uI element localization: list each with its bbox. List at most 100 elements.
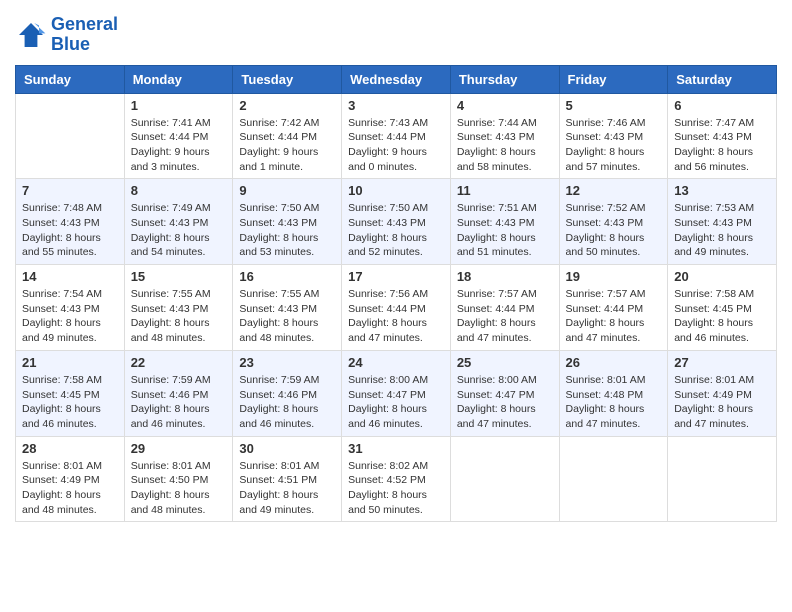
- day-cell: 25 Sunrise: 8:00 AMSunset: 4:47 PMDaylig…: [450, 350, 559, 436]
- logo-text: General Blue: [51, 15, 118, 55]
- week-row-4: 28 Sunrise: 8:01 AMSunset: 4:49 PMDaylig…: [16, 436, 777, 522]
- day-info: Sunrise: 7:44 AMSunset: 4:43 PMDaylight:…: [457, 116, 553, 175]
- day-info: Sunrise: 7:50 AMSunset: 4:43 PMDaylight:…: [239, 201, 335, 260]
- day-info: Sunrise: 8:01 AMSunset: 4:48 PMDaylight:…: [566, 373, 662, 432]
- day-number: 30: [239, 441, 335, 456]
- day-info: Sunrise: 7:59 AMSunset: 4:46 PMDaylight:…: [239, 373, 335, 432]
- day-cell: 16 Sunrise: 7:55 AMSunset: 4:43 PMDaylig…: [233, 265, 342, 351]
- day-number: 24: [348, 355, 444, 370]
- day-info: Sunrise: 7:41 AMSunset: 4:44 PMDaylight:…: [131, 116, 227, 175]
- day-cell: 13 Sunrise: 7:53 AMSunset: 4:43 PMDaylig…: [668, 179, 777, 265]
- day-number: 16: [239, 269, 335, 284]
- day-cell: 2 Sunrise: 7:42 AMSunset: 4:44 PMDayligh…: [233, 93, 342, 179]
- day-info: Sunrise: 7:57 AMSunset: 4:44 PMDaylight:…: [457, 287, 553, 346]
- day-info: Sunrise: 7:50 AMSunset: 4:43 PMDaylight:…: [348, 201, 444, 260]
- day-number: 18: [457, 269, 553, 284]
- day-cell: [668, 436, 777, 522]
- day-cell: 6 Sunrise: 7:47 AMSunset: 4:43 PMDayligh…: [668, 93, 777, 179]
- day-cell: [16, 93, 125, 179]
- day-info: Sunrise: 8:01 AMSunset: 4:50 PMDaylight:…: [131, 459, 227, 518]
- day-number: 21: [22, 355, 118, 370]
- day-cell: 9 Sunrise: 7:50 AMSunset: 4:43 PMDayligh…: [233, 179, 342, 265]
- day-number: 3: [348, 98, 444, 113]
- day-number: 27: [674, 355, 770, 370]
- day-cell: 11 Sunrise: 7:51 AMSunset: 4:43 PMDaylig…: [450, 179, 559, 265]
- day-number: 7: [22, 183, 118, 198]
- day-number: 1: [131, 98, 227, 113]
- day-number: 2: [239, 98, 335, 113]
- day-info: Sunrise: 7:56 AMSunset: 4:44 PMDaylight:…: [348, 287, 444, 346]
- day-number: 5: [566, 98, 662, 113]
- day-cell: 30 Sunrise: 8:01 AMSunset: 4:51 PMDaylig…: [233, 436, 342, 522]
- header-sunday: Sunday: [16, 65, 125, 93]
- day-cell: [559, 436, 668, 522]
- header-wednesday: Wednesday: [342, 65, 451, 93]
- day-cell: 3 Sunrise: 7:43 AMSunset: 4:44 PMDayligh…: [342, 93, 451, 179]
- day-cell: 20 Sunrise: 7:58 AMSunset: 4:45 PMDaylig…: [668, 265, 777, 351]
- day-info: Sunrise: 7:58 AMSunset: 4:45 PMDaylight:…: [22, 373, 118, 432]
- day-cell: 1 Sunrise: 7:41 AMSunset: 4:44 PMDayligh…: [124, 93, 233, 179]
- calendar-header-row: SundayMondayTuesdayWednesdayThursdayFrid…: [16, 65, 777, 93]
- day-info: Sunrise: 7:42 AMSunset: 4:44 PMDaylight:…: [239, 116, 335, 175]
- day-cell: 7 Sunrise: 7:48 AMSunset: 4:43 PMDayligh…: [16, 179, 125, 265]
- day-number: 4: [457, 98, 553, 113]
- day-number: 9: [239, 183, 335, 198]
- day-info: Sunrise: 7:54 AMSunset: 4:43 PMDaylight:…: [22, 287, 118, 346]
- day-number: 29: [131, 441, 227, 456]
- day-cell: 10 Sunrise: 7:50 AMSunset: 4:43 PMDaylig…: [342, 179, 451, 265]
- week-row-2: 14 Sunrise: 7:54 AMSunset: 4:43 PMDaylig…: [16, 265, 777, 351]
- day-cell: 5 Sunrise: 7:46 AMSunset: 4:43 PMDayligh…: [559, 93, 668, 179]
- day-cell: 21 Sunrise: 7:58 AMSunset: 4:45 PMDaylig…: [16, 350, 125, 436]
- day-cell: 19 Sunrise: 7:57 AMSunset: 4:44 PMDaylig…: [559, 265, 668, 351]
- day-cell: 14 Sunrise: 7:54 AMSunset: 4:43 PMDaylig…: [16, 265, 125, 351]
- day-info: Sunrise: 8:00 AMSunset: 4:47 PMDaylight:…: [457, 373, 553, 432]
- week-row-1: 7 Sunrise: 7:48 AMSunset: 4:43 PMDayligh…: [16, 179, 777, 265]
- day-info: Sunrise: 7:55 AMSunset: 4:43 PMDaylight:…: [131, 287, 227, 346]
- day-info: Sunrise: 8:02 AMSunset: 4:52 PMDaylight:…: [348, 459, 444, 518]
- header-tuesday: Tuesday: [233, 65, 342, 93]
- day-cell: 22 Sunrise: 7:59 AMSunset: 4:46 PMDaylig…: [124, 350, 233, 436]
- day-number: 10: [348, 183, 444, 198]
- header-thursday: Thursday: [450, 65, 559, 93]
- day-info: Sunrise: 8:00 AMSunset: 4:47 PMDaylight:…: [348, 373, 444, 432]
- day-number: 13: [674, 183, 770, 198]
- day-number: 31: [348, 441, 444, 456]
- day-number: 15: [131, 269, 227, 284]
- day-info: Sunrise: 7:48 AMSunset: 4:43 PMDaylight:…: [22, 201, 118, 260]
- day-cell: [450, 436, 559, 522]
- header-monday: Monday: [124, 65, 233, 93]
- header-friday: Friday: [559, 65, 668, 93]
- day-number: 17: [348, 269, 444, 284]
- week-row-0: 1 Sunrise: 7:41 AMSunset: 4:44 PMDayligh…: [16, 93, 777, 179]
- day-cell: 27 Sunrise: 8:01 AMSunset: 4:49 PMDaylig…: [668, 350, 777, 436]
- day-cell: 24 Sunrise: 8:00 AMSunset: 4:47 PMDaylig…: [342, 350, 451, 436]
- day-number: 22: [131, 355, 227, 370]
- day-info: Sunrise: 7:57 AMSunset: 4:44 PMDaylight:…: [566, 287, 662, 346]
- calendar: SundayMondayTuesdayWednesdayThursdayFrid…: [15, 65, 777, 523]
- day-info: Sunrise: 7:49 AMSunset: 4:43 PMDaylight:…: [131, 201, 227, 260]
- day-info: Sunrise: 8:01 AMSunset: 4:49 PMDaylight:…: [674, 373, 770, 432]
- day-info: Sunrise: 8:01 AMSunset: 4:51 PMDaylight:…: [239, 459, 335, 518]
- day-number: 6: [674, 98, 770, 113]
- day-number: 26: [566, 355, 662, 370]
- day-info: Sunrise: 7:47 AMSunset: 4:43 PMDaylight:…: [674, 116, 770, 175]
- page-header: General Blue: [15, 15, 777, 55]
- day-info: Sunrise: 7:43 AMSunset: 4:44 PMDaylight:…: [348, 116, 444, 175]
- week-row-3: 21 Sunrise: 7:58 AMSunset: 4:45 PMDaylig…: [16, 350, 777, 436]
- day-cell: 31 Sunrise: 8:02 AMSunset: 4:52 PMDaylig…: [342, 436, 451, 522]
- day-number: 25: [457, 355, 553, 370]
- day-info: Sunrise: 7:55 AMSunset: 4:43 PMDaylight:…: [239, 287, 335, 346]
- day-info: Sunrise: 7:58 AMSunset: 4:45 PMDaylight:…: [674, 287, 770, 346]
- day-info: Sunrise: 7:59 AMSunset: 4:46 PMDaylight:…: [131, 373, 227, 432]
- header-saturday: Saturday: [668, 65, 777, 93]
- day-number: 20: [674, 269, 770, 284]
- day-number: 11: [457, 183, 553, 198]
- day-info: Sunrise: 8:01 AMSunset: 4:49 PMDaylight:…: [22, 459, 118, 518]
- day-cell: 12 Sunrise: 7:52 AMSunset: 4:43 PMDaylig…: [559, 179, 668, 265]
- day-cell: 8 Sunrise: 7:49 AMSunset: 4:43 PMDayligh…: [124, 179, 233, 265]
- logo-icon: [15, 19, 47, 51]
- day-number: 14: [22, 269, 118, 284]
- day-info: Sunrise: 7:51 AMSunset: 4:43 PMDaylight:…: [457, 201, 553, 260]
- day-cell: 17 Sunrise: 7:56 AMSunset: 4:44 PMDaylig…: [342, 265, 451, 351]
- day-cell: 29 Sunrise: 8:01 AMSunset: 4:50 PMDaylig…: [124, 436, 233, 522]
